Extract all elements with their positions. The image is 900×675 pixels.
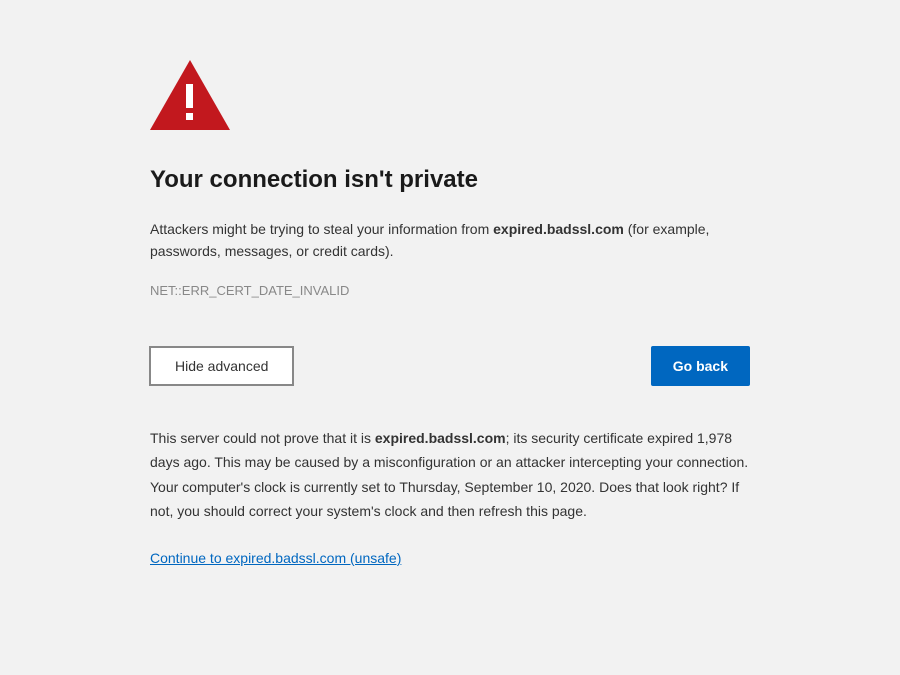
subtitle-pre: Attackers might be trying to steal your …	[150, 221, 493, 237]
subtitle-hostname: expired.badssl.com	[493, 221, 624, 237]
warning-triangle-icon	[150, 60, 750, 130]
error-code: NET::ERR_CERT_DATE_INVALID	[150, 283, 750, 298]
details-hostname: expired.badssl.com	[375, 430, 506, 446]
continue-unsafe-link[interactable]: Continue to expired.badssl.com (unsafe)	[150, 550, 401, 566]
warning-subtitle: Attackers might be trying to steal your …	[150, 218, 750, 263]
details-pre: This server could not prove that it is	[150, 430, 375, 446]
button-row: Hide advanced Go back	[150, 346, 750, 386]
page-heading: Your connection isn't private	[150, 166, 750, 194]
go-back-button[interactable]: Go back	[651, 346, 750, 386]
advanced-details: This server could not prove that it is e…	[150, 426, 750, 524]
hide-advanced-button[interactable]: Hide advanced	[150, 347, 293, 385]
ssl-error-page: Your connection isn't private Attackers …	[0, 0, 900, 568]
